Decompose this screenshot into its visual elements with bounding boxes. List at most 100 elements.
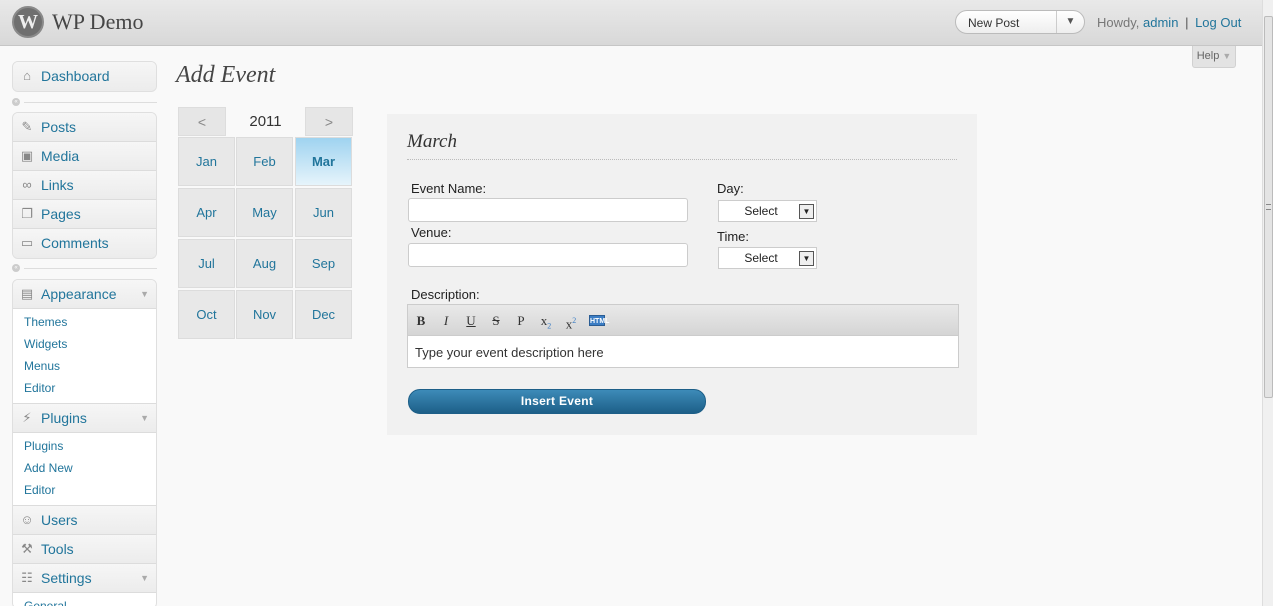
sidebar-item-label: Posts: [41, 119, 77, 135]
menu-group-admin: ▤ Appearance ▼ Themes Widgets Menus Edit…: [12, 279, 157, 606]
page-title: Add Event: [176, 62, 276, 88]
site-title[interactable]: WP Demo: [52, 9, 143, 35]
sidebar-item-label: Pages: [41, 206, 81, 222]
submenu-item-general[interactable]: General: [13, 597, 156, 606]
sidebar-item-tools[interactable]: ⚒ Tools: [13, 535, 156, 564]
paragraph-button[interactable]: P: [512, 313, 530, 329]
event-name-input[interactable]: [408, 198, 688, 222]
day-label: Day:: [717, 181, 744, 196]
sidebar-item-label: Media: [41, 148, 80, 164]
help-tab[interactable]: Help ▼: [1192, 46, 1236, 68]
dropdown-arrow-icon[interactable]: ▼: [799, 204, 814, 219]
strikethrough-button[interactable]: S: [487, 313, 505, 329]
users-icon: ☺: [20, 512, 34, 527]
submenu-item-plugins[interactable]: Plugins: [13, 437, 156, 459]
collapse-menu-icon[interactable]: «: [12, 264, 20, 272]
submenu-item-editor[interactable]: Editor: [13, 481, 156, 503]
month-calendar: < 2011 > Jan Feb Mar Apr May Jun Jul Aug…: [178, 107, 353, 339]
submenu-item-menus[interactable]: Menus: [13, 357, 156, 379]
sidebar-item-label: Comments: [41, 235, 109, 251]
sidebar-item-label: Plugins: [41, 410, 87, 426]
submenu-item-editor[interactable]: Editor: [13, 379, 156, 401]
username-link[interactable]: admin: [1143, 15, 1178, 30]
month-button-jan[interactable]: Jan: [178, 137, 235, 186]
editor-toolbar: B I U S P x2 x2 HTML: [408, 305, 958, 336]
toggle-arrow-icon[interactable]: ▼: [140, 289, 149, 299]
sidebar-item-links[interactable]: ∞ Links: [13, 171, 156, 200]
next-year-button[interactable]: >: [305, 107, 353, 136]
page-scrollbar[interactable]: [1262, 0, 1273, 606]
subscript-mark: 2: [547, 321, 552, 331]
description-editor[interactable]: B I U S P x2 x2 HTML Type your event des…: [407, 304, 959, 368]
event-name-label: Event Name:: [411, 181, 487, 196]
italic-button[interactable]: I: [437, 313, 455, 329]
underline-button[interactable]: U: [462, 313, 480, 329]
link-icon: ∞: [22, 177, 32, 192]
user-info: Howdy, admin | Log Out: [1097, 15, 1241, 30]
day-select[interactable]: Select ▼: [718, 200, 817, 222]
appearance-submenu: Themes Widgets Menus Editor: [13, 309, 156, 404]
month-button-dec[interactable]: Dec: [295, 290, 352, 339]
insert-event-button[interactable]: Insert Event: [408, 389, 706, 414]
html-button[interactable]: HTML: [589, 315, 609, 326]
sidebar-item-appearance[interactable]: ▤ Appearance ▼: [13, 280, 156, 309]
sidebar-item-settings[interactable]: ☷ Settings ▼: [13, 564, 156, 593]
new-post-dropdown[interactable]: New Post ▼: [955, 10, 1085, 34]
time-select[interactable]: Select ▼: [718, 247, 817, 269]
collapse-menu-icon[interactable]: «: [12, 98, 20, 106]
appearance-icon: ▤: [20, 286, 34, 301]
sidebar-item-plugins[interactable]: ⚡ Plugins ▼: [13, 404, 156, 433]
month-button-nov[interactable]: Nov: [236, 290, 293, 339]
month-button-jul[interactable]: Jul: [178, 239, 235, 288]
description-textarea[interactable]: Type your event description here: [415, 345, 604, 360]
comments-icon: ▭: [20, 235, 34, 250]
sidebar-item-dashboard[interactable]: ⌂ Dashboard: [13, 62, 156, 91]
sidebar-item-label: Dashboard: [41, 68, 110, 84]
caret-down-icon: ▼: [1222, 51, 1232, 61]
month-button-may[interactable]: May: [236, 188, 293, 237]
menu-group-dashboard: ⌂ Dashboard: [12, 61, 157, 92]
month-button-aug[interactable]: Aug: [236, 239, 293, 288]
month-button-feb[interactable]: Feb: [236, 137, 293, 186]
dropdown-arrow-icon[interactable]: ▼: [799, 251, 814, 266]
toggle-arrow-icon[interactable]: ▼: [140, 573, 149, 583]
sidebar-item-label: Tools: [41, 541, 74, 557]
sidebar-item-comments[interactable]: ▭ Comments: [13, 229, 156, 258]
separator-line: [24, 268, 157, 269]
bold-button[interactable]: B: [412, 313, 430, 329]
sidebar-item-posts[interactable]: ✎ Posts: [13, 113, 156, 142]
month-button-jun[interactable]: Jun: [295, 188, 352, 237]
selected-month-title: March: [407, 131, 457, 152]
sidebar-item-label: Links: [41, 177, 74, 193]
logout-link[interactable]: Log Out: [1195, 15, 1241, 30]
submenu-item-add-new[interactable]: Add New: [13, 459, 156, 481]
description-label: Description:: [411, 287, 480, 302]
sidebar-item-label: Appearance: [41, 286, 117, 302]
chevron-down-icon[interactable]: ▼: [1056, 11, 1084, 33]
sidebar-item-users[interactable]: ☺ Users: [13, 506, 156, 535]
month-button-apr[interactable]: Apr: [178, 188, 235, 237]
pages-icon: ❐: [21, 206, 33, 221]
tools-icon: ⚒: [21, 541, 33, 556]
wordpress-logo-icon[interactable]: W: [12, 6, 44, 38]
subscript-button[interactable]: x2: [537, 313, 555, 331]
plugin-icon: ⚡: [22, 410, 32, 425]
time-select-value: Select: [744, 251, 778, 265]
submenu-item-themes[interactable]: Themes: [13, 313, 156, 335]
month-button-sep[interactable]: Sep: [295, 239, 352, 288]
superscript-button[interactable]: x2: [562, 313, 580, 331]
month-button-mar[interactable]: Mar: [295, 137, 352, 186]
year-navigation: < 2011 >: [178, 107, 353, 137]
menu-group-content: ✎ Posts ▣ Media ∞ Links ❐ Pages ▭ Commen…: [12, 112, 157, 259]
submenu-item-widgets[interactable]: Widgets: [13, 335, 156, 357]
previous-year-button[interactable]: <: [178, 107, 226, 136]
sidebar-item-media[interactable]: ▣ Media: [13, 142, 156, 171]
month-button-oct[interactable]: Oct: [178, 290, 235, 339]
sidebar-item-label: Settings: [41, 570, 92, 586]
help-label: Help: [1196, 50, 1220, 62]
header-separator: |: [1185, 15, 1189, 30]
toggle-arrow-icon[interactable]: ▼: [140, 413, 149, 423]
scrollbar-thumb[interactable]: [1264, 16, 1273, 398]
sidebar-item-pages[interactable]: ❐ Pages: [13, 200, 156, 229]
venue-input[interactable]: [408, 243, 688, 267]
